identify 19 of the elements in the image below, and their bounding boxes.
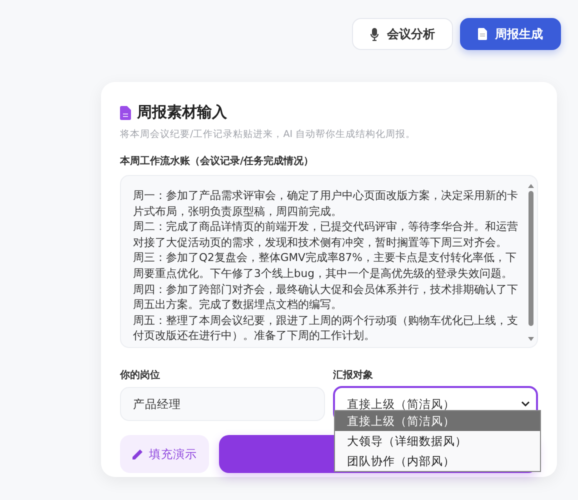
microphone-icon <box>370 28 379 40</box>
dropdown-option[interactable]: 大领导（详细数据风） <box>335 431 540 451</box>
field-label: 汇报对象 <box>333 368 374 382</box>
field-label: 本周工作流水账（会议记录/任务完成情况） <box>120 154 315 168</box>
chevron-down-icon <box>521 401 530 407</box>
field-label: 你的岗位 <box>120 368 161 382</box>
scrollbar[interactable] <box>528 184 534 341</box>
card-title: 周报素材输入 <box>137 103 227 122</box>
pencil-icon <box>132 448 143 460</box>
worklog-textarea[interactable]: 周一：参加了产品需求评审会，确定了用户中心页面改版方案，决定采用新的卡 片式布局，张明负责原型稿，周四前完成。 周二：完成了商品详情页的前端开发，已提交代码评审，等待李华合并。和运营 对接了大促活动页的需求，发现和技术侧有冲突，暂时搁置等下周三对齐会。 周三：参加了Q2复盘会，整体GMV完成率87%，主要卡点是支付转化率低，下 周要重点优化。下午修了3个线上bug，其中一个是高优先级的登录失效问题。 周四：参加了跨部门对齐会，最终确认大促和会员体系并行，技术排期确认了下 周五出方案。完成了数据埋点文档的编写。 周五：整理了本周会议纪要，跟进了上周的两个行动项（购物车优化已上线，支 付页改版还在进行中）。准备了下周的工作计划。 <box>120 175 538 348</box>
tab[interactable]: 周报生成 <box>460 18 561 50</box>
card-subtitle: 将本周会议纪要/工作记录粘贴进来，AI 自动帮你生成结构化周报。 <box>120 128 417 141</box>
role-input[interactable]: 产品经理 <box>120 387 325 421</box>
dropdown-option[interactable]: 直接上级（简洁风） <box>335 411 540 431</box>
document-icon <box>478 28 487 40</box>
document-icon <box>120 106 131 120</box>
fill-demo-button[interactable]: 填充演示 <box>120 435 209 473</box>
tab[interactable]: 会议分析 <box>352 18 453 50</box>
dropdown-option[interactable]: 团队协作（内部风） <box>335 451 540 471</box>
